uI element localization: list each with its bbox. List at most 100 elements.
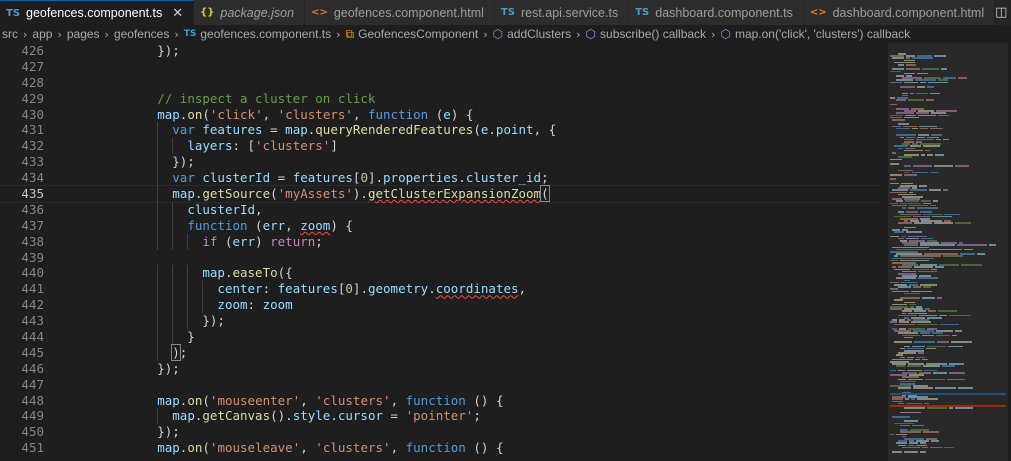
breadcrumb-separator-icon: ›	[711, 27, 716, 41]
code-editor[interactable]: 426 }); 427 428 429 // inspect a cluster on…	[0, 43, 880, 461]
code-line[interactable]: 435 map.getSource('myAssets').getCluster…	[0, 185, 880, 203]
code-line[interactable]: 449 map.getCanvas().style.cursor = 'poin…	[0, 408, 880, 425]
tab-package-json[interactable]: {} package.json	[194, 0, 306, 25]
minimap-text-line	[920, 451, 926, 453]
breadcrumb-symbol[interactable]: ⬡ subscribe() callback	[586, 27, 707, 41]
code-line[interactable]: 441 center: features[0].geometry.coordin…	[0, 281, 880, 298]
code-token: features	[277, 281, 338, 297]
code-line[interactable]: 450 });	[0, 424, 880, 440]
minimap[interactable]	[888, 43, 1011, 461]
code-token: layers	[187, 138, 233, 154]
code-token: =	[262, 122, 286, 138]
minimap-text-line	[898, 147, 903, 150]
code-line[interactable]: 433 });	[0, 154, 880, 171]
minimap-text-line	[890, 433, 894, 436]
breadcrumb-folder[interactable]: geofences	[114, 27, 169, 41]
breadcrumb-separator-icon: ›	[174, 27, 179, 41]
minimap-text-line	[915, 358, 920, 361]
code-line[interactable]: 438 if (err) return;	[0, 233, 880, 250]
code-line[interactable]: 432 layers: ['clusters']	[0, 138, 880, 155]
minimap-text-line	[900, 297, 920, 299]
code-token: zoom	[300, 217, 331, 233]
code-token: err	[262, 217, 286, 233]
minimap-text-line	[927, 407, 947, 409]
breadcrumb-file[interactable]: TS geofences.component.ts	[184, 27, 331, 41]
minimap-text-line	[914, 341, 935, 343]
line-number: 451	[21, 440, 44, 456]
minimap-text-line	[900, 86, 915, 88]
code-line[interactable]: 451 map.on('mouseleave', 'clusters', fun…	[0, 440, 880, 456]
indent-guide	[157, 281, 159, 298]
code-line[interactable]: 440 map.easeTo({	[0, 265, 880, 282]
code-line[interactable]: 426 });	[0, 43, 880, 59]
breadcrumb-class[interactable]: ⧉ GeofencesComponent	[346, 27, 479, 42]
minimap-text-line	[919, 185, 927, 187]
minimap-text-line	[894, 323, 915, 326]
code-token: queryRenderedFeatures	[315, 122, 474, 138]
code-text: center: features[0].geometry.coordinates…	[44, 281, 526, 298]
code-token: () {	[465, 440, 504, 456]
minimap-text-line	[934, 165, 953, 167]
code-line[interactable]: 439	[0, 250, 880, 266]
code-line[interactable]: 442 zoom: zoom	[0, 297, 880, 314]
code-line[interactable]: 448 map.on('mouseenter', 'clusters', fun…	[0, 393, 880, 409]
code-token: .	[428, 281, 436, 297]
tab-geofences-component-html[interactable]: <> geofences.component.html	[305, 0, 495, 25]
minimap-text-line	[908, 207, 915, 209]
code-text: });	[44, 424, 180, 440]
code-token: });	[97, 43, 180, 58]
breadcrumb-folder[interactable]: src	[2, 27, 18, 41]
code-token: features	[292, 170, 353, 186]
code-token: )	[255, 233, 271, 249]
code-line[interactable]: 445 );	[0, 343, 880, 361]
minimap-text-line	[917, 207, 938, 209]
code-text: map.getSource('myAssets').getClusterExpa…	[44, 185, 550, 203]
split-editor-icon[interactable]: ◫	[995, 5, 1007, 20]
code-line[interactable]: 437 function (err, zoom) {	[0, 217, 880, 234]
code-line[interactable]: 428	[0, 75, 880, 91]
tab-dashboard-component-html[interactable]: <> dashboard.component.html	[803, 0, 996, 25]
code-token: ).	[352, 186, 368, 202]
code-token: var	[172, 122, 195, 138]
minimap-text-line	[930, 171, 938, 174]
breadcrumb-symbol[interactable]: ⬡ map.on('click', 'clusters') callback	[720, 27, 910, 41]
breadcrumb-folder[interactable]: pages	[67, 27, 100, 41]
code-token: (	[202, 106, 210, 122]
tab-label: rest.api.service.ts	[520, 5, 619, 20]
code-text: if (err) return;	[44, 233, 323, 250]
code-line[interactable]: 443 });	[0, 313, 880, 330]
code-line[interactable]: 436 clusterId,	[0, 201, 880, 218]
minimap-text-line	[926, 347, 936, 350]
code-token: });	[97, 360, 180, 376]
minimap-text-line	[908, 99, 924, 101]
code-line[interactable]: 434 var clusterId = features[0].properti…	[0, 170, 880, 187]
minimap-text-line	[898, 64, 904, 66]
code-line[interactable]: 444 }	[0, 329, 880, 345]
tab-rest-api-service-ts[interactable]: TS rest.api.service.ts	[494, 0, 630, 25]
code-line[interactable]: 447	[0, 377, 880, 393]
code-token: function	[405, 392, 466, 408]
code-line[interactable]: 427	[0, 59, 880, 75]
code-token: ,	[300, 440, 316, 456]
tab-geofences-component-ts[interactable]: TS geofences.component.ts ✕	[0, 0, 195, 25]
code-token: function	[187, 217, 248, 233]
minimap-text-line	[896, 365, 905, 367]
minimap-text-line	[898, 387, 911, 389]
breadcrumb-symbol[interactable]: ⬡ addClusters	[493, 27, 572, 41]
code-line[interactable]: 431 var features = map. queryRenderedFeat…	[0, 122, 880, 139]
code-token: ;	[315, 233, 323, 249]
breadcrumb-file-label: geofences.component.ts	[200, 27, 332, 41]
breadcrumb-folder[interactable]: app	[32, 27, 52, 41]
minimap-text-line	[951, 341, 972, 343]
code-token: 'clusters'	[277, 106, 353, 122]
code-line[interactable]: 429 // inspect a cluster on click	[0, 91, 880, 107]
code-line[interactable]: 430 map.on('click', 'clusters', function…	[0, 107, 880, 123]
line-number: 443	[21, 313, 44, 329]
code-line[interactable]: 446 });	[0, 361, 880, 377]
tab-label: dashboard.component.ts	[655, 5, 793, 20]
close-tab-icon[interactable]: ✕	[172, 6, 183, 21]
tab-dashboard-component-ts[interactable]: TS dashboard.component.ts	[629, 0, 804, 25]
